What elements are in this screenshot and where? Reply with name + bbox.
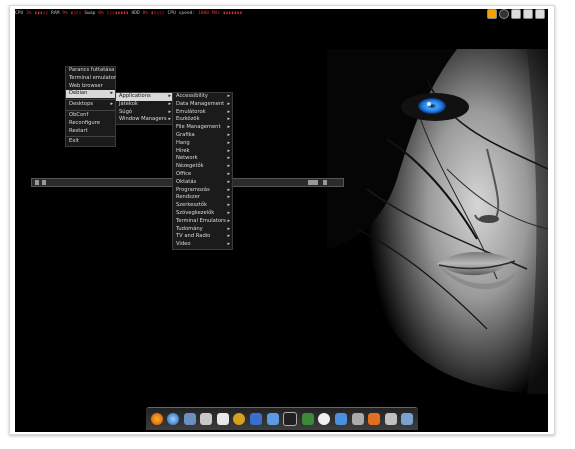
menu-item-desktops[interactable]: Desktops <box>66 101 115 109</box>
media-player-icon[interactable] <box>200 413 213 425</box>
menu-item-applications[interactable]: Applications <box>116 93 173 101</box>
cpu-label: CPU <box>15 11 24 16</box>
settings-icon[interactable] <box>535 9 545 19</box>
audio-icon[interactable] <box>351 413 364 425</box>
dock <box>146 407 418 430</box>
mail-icon[interactable] <box>266 413 279 425</box>
cpu-speed-value: 1000 MHz <box>197 11 221 16</box>
debian-submenu: Applications Játékok Súgó Window Manager… <box>115 92 174 126</box>
menu-item-reconfigure[interactable]: Reconfigure <box>66 120 115 128</box>
cpu-speed-label: CPU speed: <box>167 11 196 16</box>
package-icon[interactable] <box>368 413 381 425</box>
menu-item-terminal-emulator[interactable]: Terminal emulator <box>66 75 116 83</box>
menu-item-tv-and-radio[interactable]: TV and Radio <box>173 233 232 241</box>
firefox-icon[interactable] <box>150 413 163 425</box>
update-icon[interactable] <box>523 9 533 19</box>
monitor-icon[interactable] <box>301 413 314 425</box>
menu-separator <box>66 136 115 138</box>
menu-item-science[interactable]: Tudomány <box>173 226 232 234</box>
menu-item-network[interactable]: Network <box>173 155 232 163</box>
face-illustration <box>327 49 548 394</box>
menu-item-graphics[interactable]: Grafika <box>173 132 232 140</box>
applications-submenu: Accessibility Data Management Emulátorok… <box>172 92 233 250</box>
tools-icon[interactable] <box>384 413 397 425</box>
menu-item-system[interactable]: Rendszer <box>173 194 232 202</box>
menu-item-accessibility[interactable]: Accessibility <box>173 93 232 101</box>
hdd-value: 8% <box>142 11 149 16</box>
menu-item-education[interactable]: Oktatás <box>173 179 232 187</box>
ram-label: RAM <box>51 11 60 16</box>
globe-icon[interactable] <box>167 413 180 425</box>
trash-icon[interactable] <box>401 413 414 425</box>
menu-item-restart[interactable]: Restart <box>66 128 115 136</box>
folder-icon[interactable] <box>250 413 263 425</box>
menu-item-debian[interactable]: Debian <box>66 90 115 99</box>
menu-separator <box>66 99 115 101</box>
system-tray <box>487 9 545 19</box>
hdd-label: HDD <box>131 11 140 16</box>
menu-item-obconf[interactable]: ObConf <box>66 112 115 120</box>
swap-value: 0% <box>98 11 104 16</box>
chat-icon[interactable] <box>334 413 347 425</box>
menu-item-tools[interactable]: Eszközök <box>173 116 232 124</box>
cpu-value: 3% <box>26 11 32 16</box>
root-menu: Parancs futtatása Terminal emulator Web … <box>65 66 116 148</box>
menu-item-viewers[interactable]: Nézegetők <box>173 163 232 171</box>
menu-item-video[interactable]: Video <box>173 241 232 249</box>
network-status-icon[interactable] <box>499 9 509 19</box>
conky-status-bar: CPU 3% ▮▮▮▯▯ RAM 9% ▮▯▯▯ Swap 0% ▯▯▯▮▮▮▮… <box>15 11 243 16</box>
menu-item-sound[interactable]: Hang <box>173 140 232 148</box>
tray-applet[interactable] <box>308 180 318 185</box>
menu-item-office[interactable]: Office <box>173 171 232 179</box>
swap-label: Swap <box>84 11 96 16</box>
menu-item-news[interactable]: Hírek <box>173 148 232 156</box>
play-icon[interactable] <box>35 180 39 185</box>
camera-icon[interactable] <box>318 413 331 425</box>
menu-item-data-management[interactable]: Data Management <box>173 101 232 109</box>
menu-item-word-processors[interactable]: Szövegkezelők <box>173 210 232 218</box>
menu-item-window-managers[interactable]: Window Managers <box>116 116 173 124</box>
network-icon[interactable] <box>183 413 196 425</box>
menu-item-terminal-emulators[interactable]: Terminal Emulators <box>173 218 232 226</box>
menu-item-file-management[interactable]: File Management <box>173 124 232 132</box>
ram-value: 9% <box>62 11 68 16</box>
close-icon[interactable] <box>323 180 327 185</box>
terminal-icon[interactable] <box>283 412 298 426</box>
desktop[interactable]: CPU 3% ▮▮▮▯▯ RAM 9% ▮▯▯▯ Swap 0% ▯▯▯▮▮▮▮… <box>15 9 548 432</box>
image-viewer-icon[interactable] <box>233 413 246 425</box>
menu-item-emulators[interactable]: Emulátorok <box>173 109 232 117</box>
clipboard-icon[interactable] <box>511 9 521 19</box>
document-icon[interactable] <box>216 413 229 425</box>
menu-item-run-command[interactable]: Parancs futtatása <box>66 67 115 75</box>
menu-item-help[interactable]: Súgó <box>116 109 173 117</box>
menu-item-games[interactable]: Játékok <box>116 101 173 109</box>
menu-item-web-browser[interactable]: Web browser <box>66 83 115 91</box>
menu-item-editors[interactable]: Szerkesztők <box>173 202 232 210</box>
chevron-down-icon[interactable] <box>42 180 46 185</box>
menu-item-exit[interactable]: Exit <box>66 138 115 146</box>
wallpaper-portrait <box>327 49 548 394</box>
volume-icon[interactable] <box>487 9 497 19</box>
menu-separator <box>66 109 115 111</box>
menu-item-programming[interactable]: Programozás <box>173 187 232 195</box>
